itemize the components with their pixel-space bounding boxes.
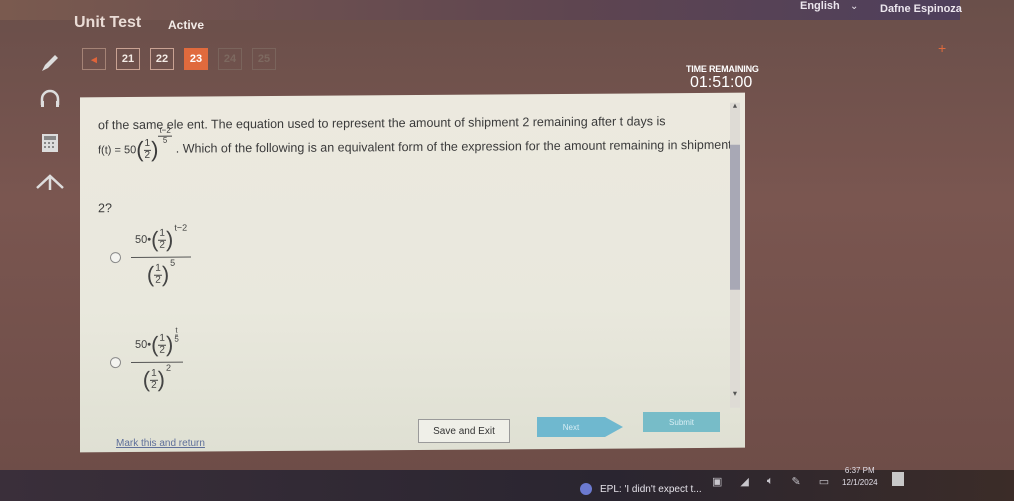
question-navigation: ◂ 21 22 23 24 25: [82, 48, 276, 70]
question-24-button[interactable]: 24: [218, 48, 242, 70]
pencil-icon[interactable]: [30, 48, 70, 78]
option-2-coefficient: 50•: [135, 338, 152, 351]
question-text-line1: of the same ele ent. The equation used t…: [98, 114, 666, 133]
half-fraction: 12: [158, 227, 166, 251]
formula-prefix: f(t) = 50: [98, 144, 137, 157]
system-clock[interactable]: 6:37 PM 12/1/2024: [842, 465, 878, 489]
paren-close: ): [161, 261, 170, 287]
wifi-icon[interactable]: ◢: [740, 475, 748, 488]
volume-icon[interactable]: 🔈︎: [767, 475, 774, 488]
question-panel: of the same ele ent. The equation used t…: [80, 92, 745, 453]
timer-label: TIME REMAINING: [686, 64, 759, 74]
next-button[interactable]: Next: [537, 417, 605, 437]
option-1-radio[interactable]: [110, 252, 121, 264]
scroll-up-icon[interactable]: ▲: [730, 103, 740, 113]
option-1-expression: 50• (1 2) t−2 (1 2) 5: [131, 223, 192, 288]
exponent-denominator: 5: [174, 334, 179, 344]
news-icon: [580, 483, 592, 495]
exponent-denominator: 5: [162, 135, 168, 145]
question-23-button[interactable]: 23: [184, 48, 208, 70]
paren-close: ): [165, 331, 174, 357]
option-2-denominator-exponent: 2: [165, 362, 171, 373]
expand-icon[interactable]: +: [938, 40, 946, 56]
option-1-denominator-exponent: 5: [170, 257, 176, 268]
option-1-numerator-exponent: t−2: [174, 222, 188, 233]
previous-question-button[interactable]: ◂: [82, 48, 106, 70]
base-numerator: 1: [143, 137, 152, 151]
test-status: Active: [168, 18, 205, 32]
option-2-radio[interactable]: [110, 357, 121, 369]
news-text: EPL: 'I didn't expect t...: [600, 483, 702, 495]
next-arrow-icon[interactable]: [605, 417, 623, 437]
paren-open: (: [146, 261, 155, 287]
paren-open: (: [142, 366, 151, 392]
paren-close: ): [165, 226, 174, 252]
formula-base: 12: [143, 137, 152, 161]
language-select[interactable]: English: [800, 0, 840, 12]
question-formula-line: f(t) = 50(1 2) t−2 5. Which of the followin…: [98, 126, 738, 163]
user-name: Dafne Espinoza: [880, 3, 962, 15]
chevron-down-icon[interactable]: ⌄: [850, 1, 858, 12]
question-22-button[interactable]: 22: [150, 48, 174, 70]
option-1-coefficient: 50•: [135, 233, 152, 246]
question-text-line3: 2?: [98, 201, 112, 216]
half-fraction: 12: [150, 367, 158, 391]
clock-time: 6:37 PM: [844, 466, 875, 475]
paren-close: ): [151, 136, 159, 162]
scroll-down-icon[interactable]: ▼: [730, 391, 740, 401]
reference-icon[interactable]: [30, 166, 70, 196]
notifications-icon[interactable]: [892, 472, 904, 486]
submit-button[interactable]: Submit: [643, 412, 720, 432]
option-2-numerator-exponent: t5: [174, 325, 179, 344]
app-icon[interactable]: ▣: [712, 475, 722, 488]
question-25-button[interactable]: 25: [252, 48, 276, 70]
scrollbar-thumb[interactable]: [730, 144, 740, 290]
paren-close: ): [157, 366, 165, 392]
half-fraction: 12: [158, 332, 166, 356]
formula-exponent: t−2 5: [158, 126, 172, 145]
paren-open: (: [151, 226, 159, 252]
pen-icon[interactable]: ✎: [791, 475, 800, 488]
answer-option-2[interactable]: 50• (1 2) t5 (1 2) 2: [110, 325, 183, 394]
mark-and-return-link[interactable]: Mark this and return: [116, 438, 205, 449]
system-tray: ▣ ◢ 🔈︎ ✎ ▭: [712, 475, 829, 488]
paren-open: (: [151, 331, 159, 357]
half-fraction: 12: [154, 262, 162, 286]
paren-open: (: [136, 136, 144, 162]
answer-option-1[interactable]: 50• (1 2) t−2 (1 2) 5: [110, 223, 192, 289]
test-title: Unit Test: [74, 14, 142, 31]
keyboard-icon[interactable]: ▭: [819, 475, 829, 488]
timer-value: 01:51:00: [690, 74, 753, 91]
option-2-expression: 50• (1 2) t5 (1 2) 2: [131, 325, 183, 393]
clock-date: 12/1/2024: [842, 478, 878, 487]
news-widget[interactable]: EPL: 'I didn't expect t...: [580, 483, 702, 495]
base-denominator: 2: [144, 149, 151, 161]
question-21-button[interactable]: 21: [116, 48, 140, 70]
headphones-icon[interactable]: [30, 84, 70, 114]
save-and-exit-button[interactable]: Save and Exit: [418, 419, 510, 443]
question-text-line2: . Which of the following is an equivalen…: [175, 138, 732, 156]
calculator-icon[interactable]: [30, 128, 70, 158]
